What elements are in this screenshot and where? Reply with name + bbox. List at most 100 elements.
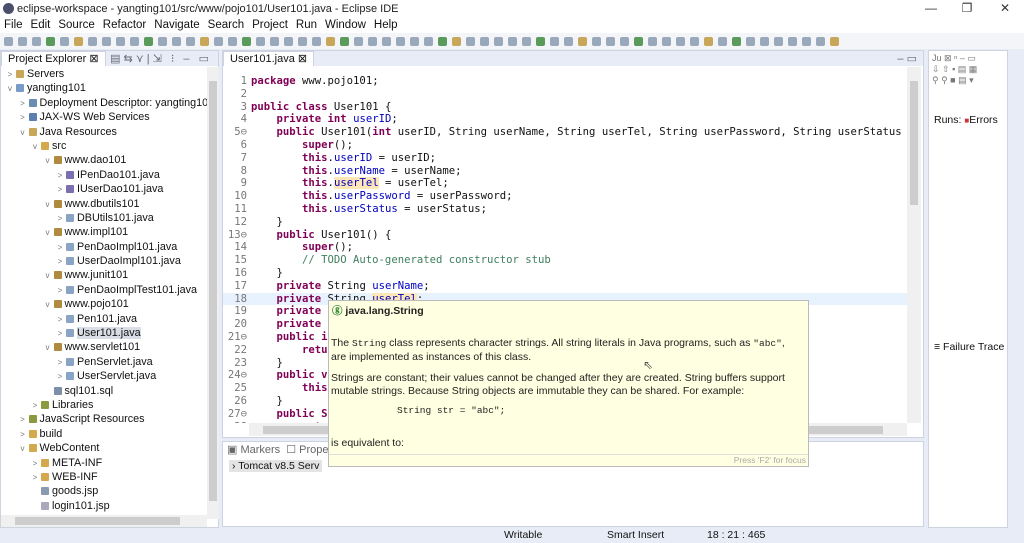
toolbar-button[interactable] — [228, 36, 237, 46]
toolbar-button[interactable] — [46, 36, 55, 46]
tree-item[interactable]: > DBUtils101.java — [1, 211, 206, 225]
toolbar-button[interactable] — [354, 36, 363, 46]
toolbar-button[interactable] — [256, 36, 265, 46]
tree-item[interactable]: > PenServlet.java — [1, 355, 206, 369]
toolbar-button[interactable] — [438, 36, 447, 46]
toolbar-button[interactable] — [88, 36, 97, 46]
chevron-right-icon[interactable]: > — [18, 111, 28, 125]
toolbar-button[interactable] — [662, 36, 671, 46]
chevron-right-icon[interactable]: > — [55, 169, 65, 183]
tree-item[interactable]: v WebContent — [1, 441, 206, 455]
chevron-right-icon[interactable]: > — [30, 457, 40, 471]
toolbar-button[interactable] — [830, 36, 839, 46]
toolbar-button[interactable] — [284, 36, 293, 46]
chevron-right-icon[interactable]: > — [18, 428, 28, 442]
chevron-right-icon[interactable]: > — [30, 399, 40, 413]
editor-vertical-scrollbar[interactable] — [907, 67, 921, 423]
tree-item[interactable]: v www.impl101 — [1, 225, 206, 239]
toolbar-button[interactable] — [718, 36, 727, 46]
tree-item[interactable]: v www.pojo101 — [1, 297, 206, 311]
chevron-right-icon[interactable]: > — [55, 356, 65, 370]
chevron-right-icon[interactable]: > — [55, 313, 65, 327]
toolbar-button[interactable] — [774, 36, 783, 46]
minimize-button[interactable]: — — [912, 0, 950, 17]
toolbar-button[interactable] — [186, 36, 195, 46]
toolbar-button[interactable] — [466, 36, 475, 46]
chevron-right-icon[interactable]: > — [55, 183, 65, 197]
tree-item[interactable]: v Java Resources — [1, 125, 206, 139]
toolbar-button[interactable] — [32, 36, 41, 46]
toolbar-button[interactable] — [242, 36, 251, 46]
chevron-right-icon[interactable]: > — [30, 471, 40, 485]
toolbar-button[interactable] — [396, 36, 405, 46]
toolbar-button[interactable] — [536, 36, 545, 46]
chevron-right-icon[interactable]: > — [18, 413, 28, 427]
chevron-down-icon[interactable]: v — [43, 298, 53, 312]
chevron-right-icon[interactable]: > — [55, 370, 65, 384]
tree-item[interactable]: > WEB-INF — [1, 470, 206, 484]
toolbar-button[interactable] — [592, 36, 601, 46]
toolbar-button[interactable] — [620, 36, 629, 46]
toolbar-button[interactable] — [312, 36, 321, 46]
toolbar-button[interactable] — [704, 36, 713, 46]
tree-item[interactable]: > UserDaoImpl101.java — [1, 254, 206, 268]
toolbar-button[interactable] — [676, 36, 685, 46]
chevron-down-icon[interactable]: v — [18, 442, 28, 456]
tree-item[interactable]: > PenDaoImpl101.java — [1, 240, 206, 254]
chevron-down-icon[interactable]: v — [43, 341, 53, 355]
chevron-down-icon[interactable]: v — [18, 126, 28, 140]
toolbar-button[interactable] — [480, 36, 489, 46]
toolbar-button[interactable] — [116, 36, 125, 46]
menu-search[interactable]: Search — [208, 17, 244, 33]
toolbar-button[interactable] — [102, 36, 111, 46]
toolbar-button[interactable] — [214, 36, 223, 46]
tree-item[interactable]: goods.jsp — [1, 484, 206, 498]
tree-item[interactable]: login101.jsp — [1, 499, 206, 513]
menu-run[interactable]: Run — [296, 17, 317, 33]
toolbar-button[interactable] — [368, 36, 377, 46]
tab-project-explorer[interactable]: Project Explorer ⊠ — [1, 51, 106, 66]
toolbar-button[interactable] — [270, 36, 279, 46]
chevron-down-icon[interactable]: v — [30, 140, 40, 154]
close-button[interactable]: ✕ — [986, 0, 1024, 17]
chevron-down-icon[interactable]: v — [43, 269, 53, 283]
tree-item[interactable]: > IPenDao101.java — [1, 168, 206, 182]
toolbar-button[interactable] — [74, 36, 83, 46]
menu-navigate[interactable]: Navigate — [154, 17, 199, 33]
menu-refactor[interactable]: Refactor — [103, 17, 146, 33]
chevron-down-icon[interactable]: v — [43, 154, 53, 168]
tree-item[interactable]: > Pen101.java — [1, 312, 206, 326]
editor-minmax-icons[interactable]: – ▭ — [897, 52, 917, 65]
toolbar-button[interactable] — [200, 36, 209, 46]
toolbar-button[interactable] — [578, 36, 587, 46]
chevron-right-icon[interactable]: > — [55, 327, 65, 341]
toolbar-button[interactable] — [4, 36, 13, 46]
toolbar-button[interactable] — [802, 36, 811, 46]
toolbar-button[interactable] — [522, 36, 531, 46]
toolbar-button[interactable] — [158, 36, 167, 46]
tree-item[interactable]: v www.servlet101 — [1, 340, 206, 354]
toolbar-button[interactable] — [648, 36, 657, 46]
tree-item[interactable]: sql101.sql — [1, 384, 206, 398]
toolbar-button[interactable] — [746, 36, 755, 46]
tree-item[interactable]: v yangting101 — [1, 81, 206, 95]
toolbar-button[interactable] — [60, 36, 69, 46]
tree-item[interactable]: v src — [1, 139, 206, 153]
toolbar-button[interactable] — [340, 36, 349, 46]
tree-item[interactable]: v www.dbutils101 — [1, 197, 206, 211]
toolbar-button[interactable] — [410, 36, 419, 46]
toolbar-button[interactable] — [494, 36, 503, 46]
tree-item[interactable]: > User101.java — [1, 326, 206, 340]
chevron-right-icon[interactable]: > — [55, 284, 65, 298]
menu-project[interactable]: Project — [252, 17, 288, 33]
tree-item[interactable]: > PenDaoImplTest101.java — [1, 283, 206, 297]
tree-item[interactable]: v www.junit101 — [1, 268, 206, 282]
javadoc-hover-popup[interactable]: ⓖ java.lang.String The String class repr… — [328, 300, 809, 467]
toolbar-button[interactable] — [564, 36, 573, 46]
toolbar-button[interactable] — [424, 36, 433, 46]
tree-item[interactable]: > JavaScript Resources — [1, 412, 206, 426]
toolbar-button[interactable] — [508, 36, 517, 46]
tab-markers[interactable]: ▣ Markers — [227, 443, 280, 456]
toolbar-button[interactable] — [760, 36, 769, 46]
tree-vertical-scrollbar[interactable] — [207, 67, 219, 519]
